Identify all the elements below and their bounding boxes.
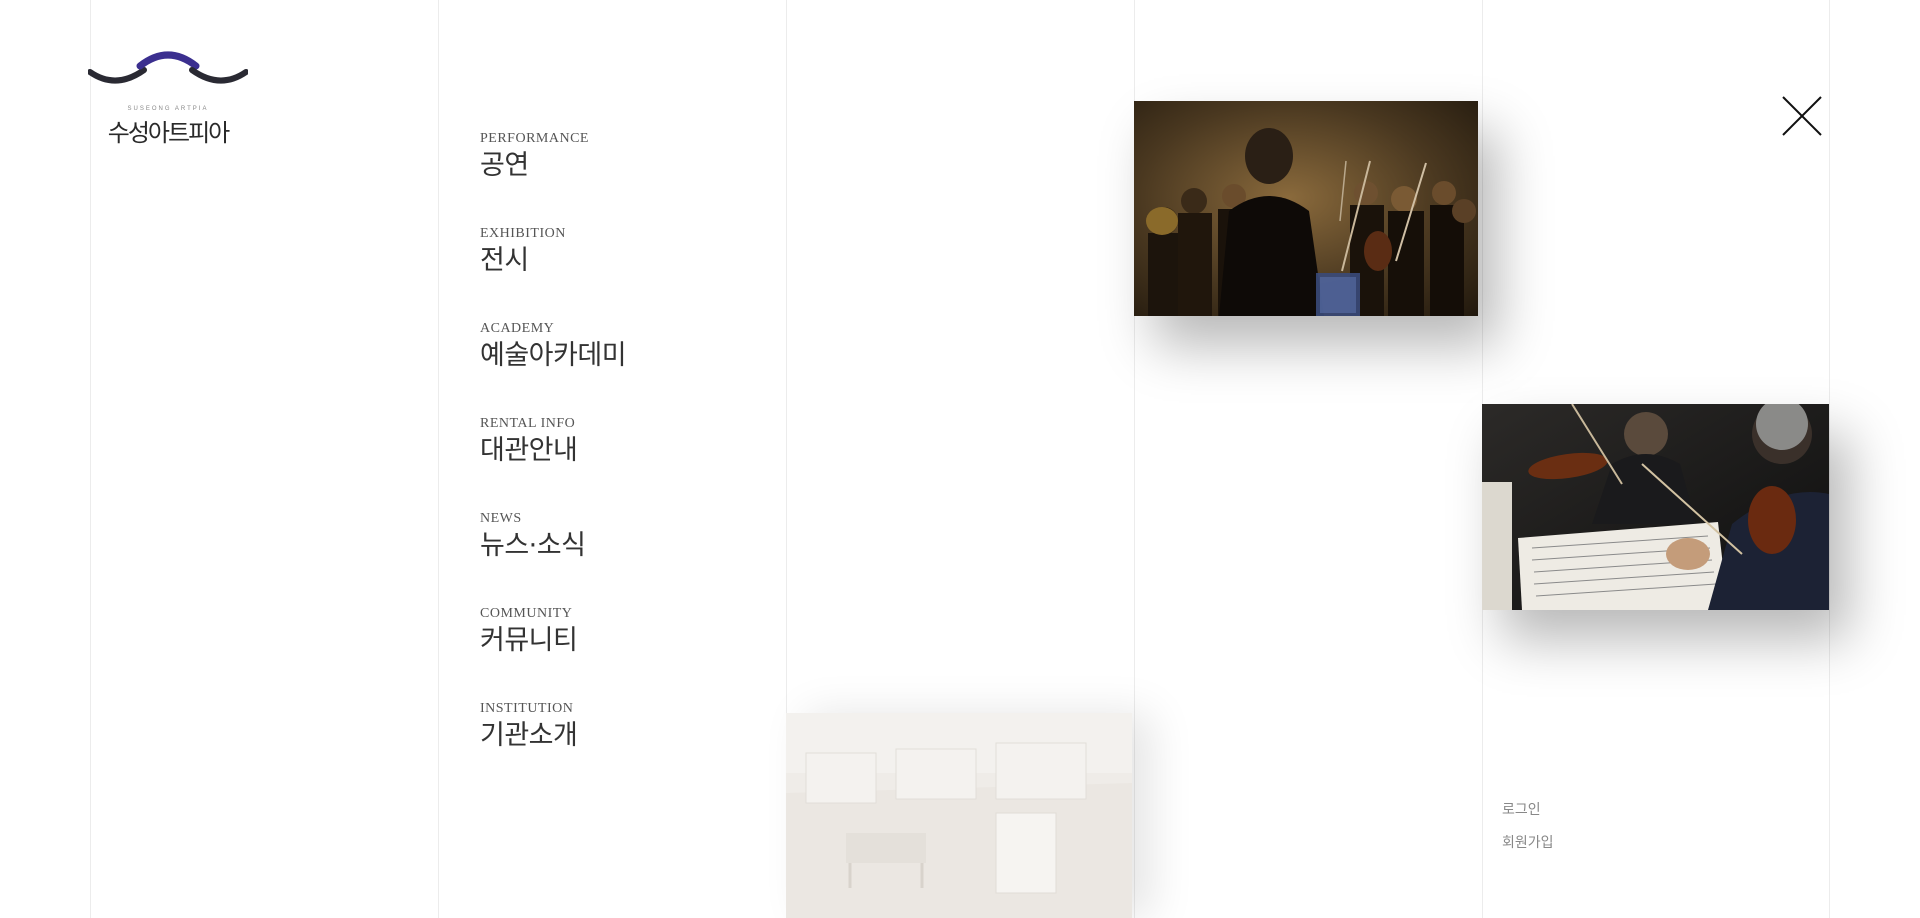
close-icon <box>1782 96 1822 136</box>
menu-item-en-label: COMMUNITY <box>480 606 573 621</box>
menu-item-performance[interactable]: PERFORMANCE 공연 <box>480 130 626 225</box>
menu-item-institution[interactable]: INSTITUTION 기관소개 <box>480 700 626 795</box>
menu-item-en-label: RENTAL INFO <box>480 416 576 431</box>
menu-item-ko-label: 전시 <box>480 245 529 276</box>
logo-mark-icon <box>88 51 248 84</box>
menu-item-ko-label: 뉴스·소식 <box>480 530 586 561</box>
menu-item-en-label: EXHIBITION <box>480 226 566 241</box>
login-link[interactable]: 로그인 <box>1502 794 1554 827</box>
menu-item-ko-label: 공연 <box>480 150 529 181</box>
close-menu-button[interactable] <box>1780 94 1824 138</box>
menu-item-exhibition[interactable]: EXHIBITION 전시 <box>480 225 626 320</box>
menu-item-en-label: PERFORMANCE <box>480 131 589 146</box>
logo-subtitle: SUSEONG ARTPIA <box>127 106 209 112</box>
orchestra-conductor-photo <box>1134 101 1478 316</box>
site-logo[interactable]: SUSEONG ARTPIA 수성아트피아 <box>88 50 248 147</box>
signup-link[interactable]: 회원가입 <box>1502 827 1554 860</box>
fullscreen-menu-overlay: SUSEONG ARTPIA 수성아트피아 PERFORMANCE 공연 EXH… <box>0 0 1920 918</box>
menu-item-en-label: INSTITUTION <box>480 701 574 716</box>
menu-item-ko-label: 기관소개 <box>480 720 578 751</box>
column-divider <box>438 0 439 918</box>
menu-item-ko-label: 예술아카데미 <box>480 340 627 371</box>
column-divider <box>1829 0 1830 918</box>
auth-links: 로그인 회원가입 <box>1502 794 1554 860</box>
main-menu: PERFORMANCE 공연 EXHIBITION 전시 ACADEMY 예술아… <box>480 130 627 795</box>
menu-item-rental-info[interactable]: RENTAL INFO 대관안내 <box>480 415 626 510</box>
menu-item-ko-label: 대관안내 <box>480 435 578 466</box>
menu-item-community[interactable]: COMMUNITY 커뮤니티 <box>480 605 626 700</box>
menu-item-en-label: ACADEMY <box>480 321 555 336</box>
violin-section-photo <box>1482 404 1829 610</box>
menu-item-en-label: NEWS <box>480 511 522 526</box>
menu-item-ko-label: 커뮤니티 <box>480 625 578 656</box>
gallery-exhibition-photo <box>786 713 1132 918</box>
menu-item-news[interactable]: NEWS 뉴스·소식 <box>480 510 626 605</box>
logo-name: 수성아트피아 <box>107 119 230 147</box>
menu-item-academy[interactable]: ACADEMY 예술아카데미 <box>480 320 627 415</box>
